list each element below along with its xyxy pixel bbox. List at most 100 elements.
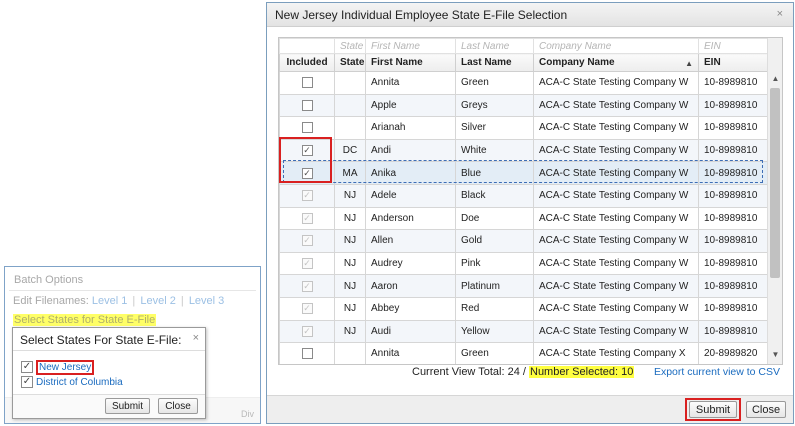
company-name-cell: ACA-C State Testing Company W [533,183,699,208]
filter-last-name-input[interactable]: Last Name [455,38,534,54]
first-name-cell: Aaron [365,274,456,298]
new-jersey-checkbox[interactable]: ✓ [21,361,33,373]
included-checkbox[interactable] [301,99,313,111]
included-checkbox[interactable] [301,77,313,89]
last-name-cell: White [455,138,534,163]
filter-ein-input[interactable]: EIN [698,38,769,54]
table-row[interactable]: Annita Green ACA-C State Testing Company W… [279,71,769,95]
last-name-cell: Silver [455,116,534,140]
ein-cell: 10-8989810 [698,183,769,208]
filter-first-name-input[interactable]: First Name [365,38,456,54]
column-header-first-name[interactable]: First Name [365,53,456,72]
table-row[interactable]: Annita Green ACA-C State Testing Company X… [279,342,769,364]
ein-cell: 20-8989820 [698,342,769,364]
table-row[interactable]: ✓ NJ Abbey Red ACA-C State Testing Company W… [279,296,769,321]
state-option-district-of-columbia[interactable]: ✓ District of Columbia [21,375,123,389]
included-cell [279,71,335,95]
company-name-cell: ACA-C State Testing Company W [533,71,699,95]
batch-options-title: Batch Options [14,274,84,286]
dialog-footer: Submit Close [267,395,793,423]
state-cell: NJ [334,296,366,321]
first-name-cell: Audi [365,319,456,344]
last-name-cell: Green [455,71,534,95]
district-of-columbia-label[interactable]: District of Columbia [36,377,123,388]
table-row[interactable]: ✓ NJ Aaron Platinum ACA-C State Testing Comp… [279,274,769,298]
level-3-link[interactable]: Level 3 [189,295,224,307]
state-cell: NJ [334,206,366,231]
first-name-cell: Allen [365,229,456,253]
included-checkbox[interactable] [301,122,313,134]
last-name-cell: Greys [455,93,534,118]
last-name-cell: Green [455,342,534,364]
filter-company-name-input[interactable]: Company Name [533,38,699,54]
table-row[interactable]: ✓ NJ Audi Yellow ACA-C State Testing Company… [279,319,769,344]
dialog-titlebar: New Jersey Individual Employee State E-F… [267,3,793,27]
table-row[interactable]: Apple Greys ACA-C State Testing Company W1… [279,93,769,118]
company-name-cell: ACA-C State Testing Company W [533,274,699,298]
state-cell [334,71,366,95]
close-icon[interactable]: × [193,332,199,344]
included-checkbox[interactable]: ✓ [301,167,313,179]
included-cell: ✓ [279,296,335,321]
last-name-cell: Black [455,183,534,208]
scroll-thumb[interactable] [770,88,780,278]
column-header-ein[interactable]: EIN [698,53,769,72]
scroll-down-icon[interactable]: ▼ [768,348,782,362]
level-1-link[interactable]: Level 1 [92,295,127,307]
included-cell [279,93,335,118]
column-header-company-name[interactable]: Company Name ▲ [533,53,699,72]
district-of-columbia-checkbox[interactable]: ✓ [21,376,33,388]
close-button[interactable]: Close [746,401,786,418]
close-icon[interactable]: × [777,8,783,20]
table-row[interactable]: ✓ NJ Audrey Pink ACA-C State Testing Company… [279,251,769,276]
included-cell: ✓ [279,274,335,298]
table-row[interactable]: ✓ NJ Adele Black ACA-C State Testing Company… [279,183,769,208]
column-header-included[interactable]: Included [279,53,335,72]
company-name-cell: ACA-C State Testing Company W [533,229,699,253]
state-cell [334,93,366,118]
state-cell [334,342,366,364]
company-name-cell: ACA-C State Testing Company X [533,342,699,364]
level-2-link[interactable]: Level 2 [140,295,175,307]
table-row[interactable]: ✓ NJ Anderson Doe ACA-C State Testing Compan… [279,206,769,231]
included-cell: ✓ [279,251,335,276]
sort-ascending-icon: ▲ [685,59,693,68]
submit-button[interactable]: Submit [689,401,737,418]
included-cell: ✓ [279,183,335,208]
included-checkbox[interactable]: ✓ [301,145,313,156]
divider [9,290,256,291]
included-cell [279,116,335,140]
ein-cell: 10-8989810 [698,71,769,95]
column-header-state[interactable]: State [334,53,366,72]
popup-close-button[interactable]: Close [158,398,198,414]
included-checkbox: ✓ [301,190,313,202]
filter-state-input[interactable]: State [334,38,366,54]
scroll-up-icon[interactable]: ▲ [768,72,782,86]
grid-scrollbar[interactable]: ▲ ▼ [767,38,782,364]
company-name-header-label: Company Name [539,57,615,68]
column-header-last-name[interactable]: Last Name [455,53,534,72]
included-checkbox: ✓ [301,303,313,315]
ein-cell: 10-8989810 [698,229,769,253]
popup-submit-button[interactable]: Submit [105,398,150,414]
select-states-link[interactable]: Select States for State E-File [13,314,157,326]
first-name-cell: Anika [365,161,456,185]
ein-cell: 10-8989810 [698,319,769,344]
company-name-cell: ACA-C State Testing Company W [533,116,699,140]
included-checkbox[interactable] [301,348,313,360]
export-csv-link[interactable]: Export current view to CSV [654,366,780,378]
ein-cell: 10-8989810 [698,274,769,298]
table-row[interactable]: ✓ MA Anika Blue ACA-C State Testing Company … [279,161,769,185]
current-view-total: Current View Total: 24 / [412,366,526,378]
state-option-new-jersey[interactable]: ✓ New Jersey [21,359,95,375]
first-name-cell: Annita [365,71,456,95]
ein-cell: 10-8989810 [698,116,769,140]
last-name-cell: Yellow [455,319,534,344]
state-cell: NJ [334,274,366,298]
table-row[interactable]: ✓ NJ Allen Gold ACA-C State Testing Company … [279,229,769,253]
table-row[interactable]: Arianah Silver ACA-C State Testing Company… [279,116,769,140]
table-row[interactable]: ✓ DC Andi White ACA-C State Testing Company … [279,138,769,163]
ein-cell: 10-8989810 [698,296,769,321]
new-jersey-label[interactable]: New Jersey [36,359,95,375]
header-row: Included State First Name Last Name Comp… [279,53,769,72]
